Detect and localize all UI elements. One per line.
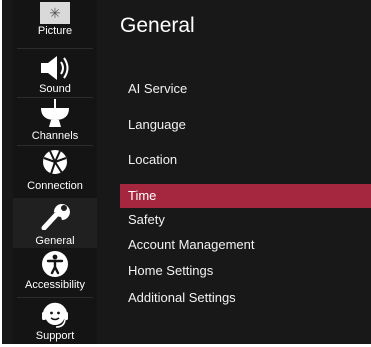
- sidebar-divider: [17, 297, 93, 298]
- speaker-icon: [41, 56, 69, 80]
- menu-item-location[interactable]: Location: [120, 148, 371, 172]
- accessibility-icon: [42, 251, 68, 277]
- sidebar-item-label: Accessibility: [25, 279, 85, 291]
- sidebar-item-accessibility[interactable]: Accessibility: [13, 250, 97, 296]
- headset-icon: [42, 302, 68, 328]
- satellite-dish-icon: [41, 99, 69, 127]
- menu-item-ai-service[interactable]: AI Service: [120, 77, 371, 101]
- wrench-icon: [41, 204, 70, 230]
- menu-item-additional-settings[interactable]: Additional Settings: [120, 286, 371, 310]
- menu-item-safety[interactable]: Safety: [120, 208, 371, 232]
- sidebar-item-label: Channels: [31, 130, 79, 142]
- sidebar-divider: [17, 97, 93, 98]
- sidebar-divider: [17, 48, 93, 49]
- menu-item-account-management[interactable]: Account Management: [120, 233, 371, 257]
- sidebar-item-label: Connection: [27, 180, 83, 192]
- page-title: General: [120, 14, 195, 37]
- sidebar-item-sound[interactable]: Sound: [13, 54, 97, 96]
- sidebar-item-general[interactable]: General: [13, 198, 97, 248]
- sidebar-item-support[interactable]: Support: [13, 301, 97, 344]
- settings-sidebar: ✳ Picture Sound Channels Connection Gene…: [13, 0, 97, 344]
- sidebar-item-label: Sound: [39, 83, 71, 95]
- sidebar-item-label: Picture: [37, 25, 73, 37]
- sidebar-item-label: Support: [35, 330, 75, 342]
- sidebar-item-label: General: [35, 235, 75, 247]
- menu-item-home-settings[interactable]: Home Settings: [120, 259, 371, 283]
- sidebar-item-channels[interactable]: Channels: [13, 99, 97, 143]
- picture-icon: ✳: [40, 2, 70, 24]
- menu-item-time[interactable]: Time: [120, 184, 371, 208]
- tv-settings-screen: ✳ Picture Sound Channels Connection Gene…: [2, 0, 371, 344]
- sidebar-item-connection[interactable]: Connection: [13, 148, 97, 198]
- globe-icon: [43, 150, 67, 175]
- sidebar-divider: [17, 145, 93, 146]
- menu-item-language[interactable]: Language: [120, 113, 371, 137]
- sidebar-item-picture[interactable]: ✳ Picture: [13, 2, 97, 46]
